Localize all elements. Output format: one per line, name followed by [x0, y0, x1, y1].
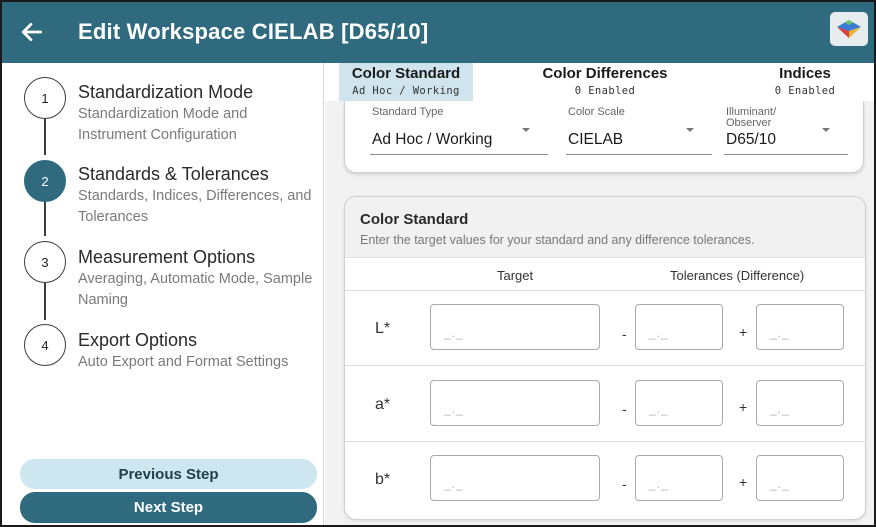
tab-bar: Color Standard Ad Hoc / Working Color Di…: [325, 63, 874, 101]
row-divider: [345, 441, 865, 442]
color-cube-logo-icon: [837, 20, 861, 38]
page-title: Edit Workspace CIELAB [D65/10]: [78, 19, 429, 44]
l-tolerance-minus-input[interactable]: _._: [635, 304, 723, 350]
select-value: Ad Hoc / Working: [372, 131, 493, 148]
row-label: L*: [375, 320, 391, 337]
select-label: Color Scale: [568, 106, 625, 118]
previous-step-button[interactable]: Previous Step: [20, 459, 317, 489]
step-connector: [44, 278, 46, 320]
steps-sidebar: 1 Standardization Mode Standardization M…: [2, 63, 324, 525]
header-bar: Edit Workspace CIELAB [D65/10]: [2, 2, 874, 63]
row-label: b*: [375, 471, 391, 488]
step-title: Standardization Mode: [78, 82, 254, 102]
a-target-input[interactable]: _._: [430, 380, 600, 426]
chevron-down-icon: [522, 128, 530, 132]
select-value: D65/10: [726, 131, 776, 148]
step-subtitle: Standards, Indices, Differences, and Tol…: [78, 188, 312, 225]
tab-label: Color Differences: [542, 65, 668, 82]
column-header-target: Target: [497, 268, 534, 283]
a-tolerance-minus-input[interactable]: _._: [635, 380, 723, 426]
card-title: Color Standard: [360, 211, 469, 228]
minus-sign: -: [622, 326, 627, 342]
field-placeholder: _._: [649, 402, 669, 416]
tab-label: Color Standard: [351, 65, 461, 82]
tab-sublabel: Ad Hoc / Working: [352, 85, 460, 97]
field-placeholder: _._: [444, 326, 464, 340]
field-placeholder: _._: [770, 477, 790, 491]
step-title: Standards & Tolerances: [78, 164, 269, 184]
column-header-tolerances: Tolerances (Difference): [670, 268, 805, 283]
b-tolerance-plus-input[interactable]: _._: [756, 455, 844, 501]
step-number-badge: 3: [24, 241, 66, 283]
field-placeholder: _._: [649, 326, 669, 340]
step-connector: [44, 113, 46, 155]
field-placeholder: _._: [444, 477, 464, 491]
chevron-down-icon: [686, 128, 694, 132]
step-title: Measurement Options: [78, 247, 256, 267]
l-target-input[interactable]: _._: [430, 304, 600, 350]
minus-sign: -: [622, 401, 627, 417]
a-tolerance-plus-input[interactable]: _._: [756, 380, 844, 426]
step-title: Export Options: [78, 330, 198, 350]
select-label: Illuminant/Observer: [726, 107, 776, 129]
step-number-badge: 1: [24, 77, 66, 119]
field-placeholder: _._: [444, 402, 464, 416]
tab-color-differences[interactable]: Color Differences 0 Enabled: [525, 63, 685, 101]
b-target-input[interactable]: _._: [430, 455, 600, 501]
app-logo-button[interactable]: [830, 12, 868, 46]
plus-sign: +: [739, 399, 748, 415]
next-step-button[interactable]: Next Step: [20, 492, 317, 523]
illuminant-observer-select[interactable]: Illuminant/Observer D65/10: [724, 105, 848, 155]
plus-sign: +: [739, 324, 748, 340]
back-button[interactable]: [14, 14, 50, 50]
tab-sublabel: 0 Enabled: [574, 85, 636, 97]
select-value: CIELAB: [568, 131, 624, 148]
l-tolerance-plus-input[interactable]: _._: [756, 304, 844, 350]
color-scale-select[interactable]: Color Scale CIELAB: [566, 105, 712, 155]
step-subtitle: Auto Export and Format Settings: [78, 354, 289, 370]
settings-card: Standard Type Ad Hoc / Working Color Sca…: [344, 101, 864, 173]
step-connector: [44, 196, 46, 236]
row-divider: [345, 290, 865, 291]
arrow-left-icon: [21, 23, 43, 41]
step-number-badge: 4: [24, 324, 66, 366]
card-description: Enter the target values for your standar…: [360, 233, 755, 247]
plus-sign: +: [739, 474, 748, 490]
tab-label: Indices: [779, 65, 831, 82]
minus-sign: -: [622, 476, 627, 492]
color-standard-card: Color Standard Enter the target values f…: [344, 196, 866, 520]
field-placeholder: _._: [770, 326, 790, 340]
app-window: Edit Workspace CIELAB [D65/10] 1 Standar…: [0, 0, 876, 527]
row-label: a*: [375, 396, 391, 413]
step-subtitle: Standardization Mode and Instrument Conf…: [78, 106, 248, 143]
field-placeholder: _._: [649, 477, 669, 491]
standard-type-select[interactable]: Standard Type Ad Hoc / Working: [370, 105, 548, 155]
select-label: Standard Type: [372, 106, 444, 118]
tab-color-standard[interactable]: Color Standard Ad Hoc / Working: [339, 63, 473, 101]
select-label-line: Observer: [726, 117, 772, 129]
step-subtitle: Averaging, Automatic Mode, Sample Naming: [78, 271, 313, 308]
row-divider: [345, 365, 865, 366]
b-tolerance-minus-input[interactable]: _._: [635, 455, 723, 501]
field-placeholder: _._: [770, 402, 790, 416]
step-number-badge: 2: [24, 160, 66, 202]
tab-indices[interactable]: Indices 0 Enabled: [740, 63, 870, 101]
tab-sublabel: 0 Enabled: [774, 85, 836, 97]
main-panel: Color Standard Ad Hoc / Working Color Di…: [325, 63, 874, 525]
chevron-down-icon: [822, 128, 830, 132]
card-header: Color Standard Enter the target values f…: [345, 197, 865, 258]
